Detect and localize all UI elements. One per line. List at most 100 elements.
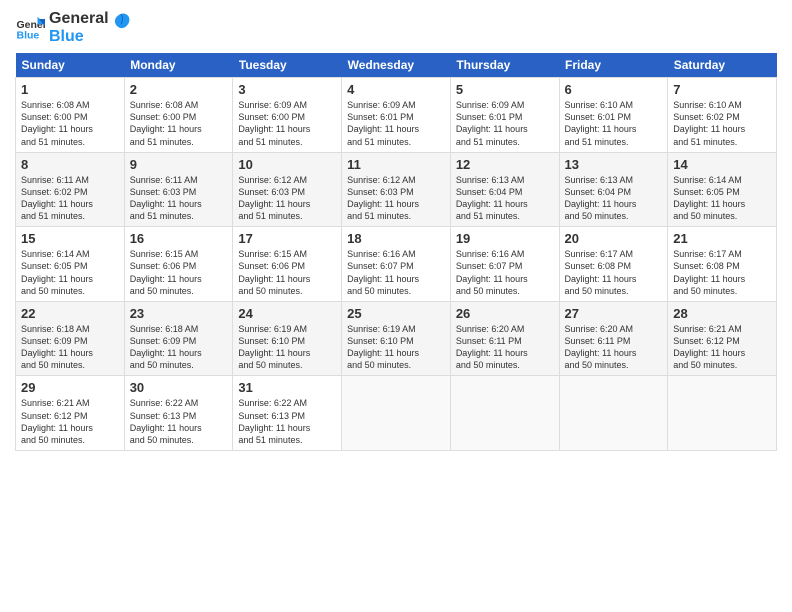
day-info: Sunrise: 6:17 AMSunset: 6:08 PMDaylight:… <box>673 248 771 297</box>
day-number: 1 <box>21 82 119 97</box>
day-info: Sunrise: 6:08 AMSunset: 6:00 PMDaylight:… <box>130 99 228 148</box>
day-info: Sunrise: 6:18 AMSunset: 6:09 PMDaylight:… <box>130 323 228 372</box>
day-number: 16 <box>130 231 228 246</box>
day-number: 28 <box>673 306 771 321</box>
logo-general: General <box>49 10 109 27</box>
day-info: Sunrise: 6:09 AMSunset: 6:01 PMDaylight:… <box>456 99 554 148</box>
calendar-week-row: 15 Sunrise: 6:14 AMSunset: 6:05 PMDayligh… <box>16 227 777 302</box>
day-number: 17 <box>238 231 336 246</box>
day-info: Sunrise: 6:22 AMSunset: 6:13 PMDaylight:… <box>130 397 228 446</box>
day-number: 26 <box>456 306 554 321</box>
calendar-cell: 3 Sunrise: 6:09 AMSunset: 6:00 PMDaylight… <box>233 78 342 153</box>
calendar-cell <box>342 376 451 451</box>
day-number: 21 <box>673 231 771 246</box>
calendar-cell: 9Sunrise: 6:11 AMSunset: 6:03 PMDaylight… <box>124 152 233 227</box>
calendar-cell: 22 Sunrise: 6:18 AMSunset: 6:09 PMDayligh… <box>16 301 125 376</box>
calendar-header-monday: Monday <box>124 53 233 78</box>
calendar-header-friday: Friday <box>559 53 668 78</box>
calendar-cell: 13Sunrise: 6:13 AMSunset: 6:04 PMDayligh… <box>559 152 668 227</box>
calendar-cell: 20 Sunrise: 6:17 AMSunset: 6:08 PMDayligh… <box>559 227 668 302</box>
calendar-cell <box>559 376 668 451</box>
day-number: 10 <box>238 157 336 172</box>
calendar-cell: 10 Sunrise: 6:12 AMSunset: 6:03 PMDayligh… <box>233 152 342 227</box>
calendar-header-saturday: Saturday <box>668 53 777 78</box>
day-info: Sunrise: 6:10 AMSunset: 6:02 PMDaylight:… <box>673 99 771 148</box>
calendar-cell: 14Sunrise: 6:14 AMSunset: 6:05 PMDayligh… <box>668 152 777 227</box>
calendar-header-thursday: Thursday <box>450 53 559 78</box>
calendar-week-row: 1 Sunrise: 6:08 AMSunset: 6:00 PMDaylight… <box>16 78 777 153</box>
calendar-week-row: 29Sunrise: 6:21 AMSunset: 6:12 PMDayligh… <box>16 376 777 451</box>
day-info: Sunrise: 6:09 AMSunset: 6:01 PMDaylight:… <box>347 99 445 148</box>
day-number: 8 <box>21 157 119 172</box>
logo-bird-icon <box>111 12 131 34</box>
day-number: 22 <box>21 306 119 321</box>
calendar-cell: 17 Sunrise: 6:15 AMSunset: 6:06 PMDayligh… <box>233 227 342 302</box>
day-info: Sunrise: 6:14 AMSunset: 6:05 PMDaylight:… <box>21 248 119 297</box>
day-info: Sunrise: 6:13 AMSunset: 6:04 PMDaylight:… <box>565 174 663 223</box>
calendar-cell: 19Sunrise: 6:16 AMSunset: 6:07 PMDayligh… <box>450 227 559 302</box>
calendar-cell: 23 Sunrise: 6:18 AMSunset: 6:09 PMDayligh… <box>124 301 233 376</box>
day-number: 4 <box>347 82 445 97</box>
day-number: 19 <box>456 231 554 246</box>
calendar-header-sunday: Sunday <box>16 53 125 78</box>
day-info: Sunrise: 6:22 AMSunset: 6:13 PMDaylight:… <box>238 397 336 446</box>
day-number: 24 <box>238 306 336 321</box>
day-info: Sunrise: 6:15 AMSunset: 6:06 PMDaylight:… <box>238 248 336 297</box>
day-info: Sunrise: 6:20 AMSunset: 6:11 PMDaylight:… <box>456 323 554 372</box>
calendar-week-row: 22 Sunrise: 6:18 AMSunset: 6:09 PMDayligh… <box>16 301 777 376</box>
day-info: Sunrise: 6:11 AMSunset: 6:03 PMDaylight:… <box>130 174 228 223</box>
calendar-cell: 1 Sunrise: 6:08 AMSunset: 6:00 PMDaylight… <box>16 78 125 153</box>
day-number: 29 <box>21 380 119 395</box>
calendar-cell: 27 Sunrise: 6:20 AMSunset: 6:11 PMDayligh… <box>559 301 668 376</box>
calendar-cell: 7 Sunrise: 6:10 AMSunset: 6:02 PMDaylight… <box>668 78 777 153</box>
day-number: 3 <box>238 82 336 97</box>
calendar-cell: 11 Sunrise: 6:12 AMSunset: 6:03 PMDayligh… <box>342 152 451 227</box>
calendar-cell: 16 Sunrise: 6:15 AMSunset: 6:06 PMDayligh… <box>124 227 233 302</box>
day-info: Sunrise: 6:17 AMSunset: 6:08 PMDaylight:… <box>565 248 663 297</box>
calendar-cell: 30 Sunrise: 6:22 AMSunset: 6:13 PMDayligh… <box>124 376 233 451</box>
calendar-cell: 4 Sunrise: 6:09 AMSunset: 6:01 PMDaylight… <box>342 78 451 153</box>
logo-icon: General Blue <box>15 13 45 43</box>
day-info: Sunrise: 6:12 AMSunset: 6:03 PMDaylight:… <box>238 174 336 223</box>
day-info: Sunrise: 6:19 AMSunset: 6:10 PMDaylight:… <box>347 323 445 372</box>
day-number: 31 <box>238 380 336 395</box>
calendar-cell: 31 Sunrise: 6:22 AMSunset: 6:13 PMDayligh… <box>233 376 342 451</box>
day-info: Sunrise: 6:18 AMSunset: 6:09 PMDaylight:… <box>21 323 119 372</box>
day-number: 27 <box>565 306 663 321</box>
day-number: 6 <box>565 82 663 97</box>
calendar-cell: 24 Sunrise: 6:19 AMSunset: 6:10 PMDayligh… <box>233 301 342 376</box>
day-number: 15 <box>21 231 119 246</box>
calendar-header-row: SundayMondayTuesdayWednesdayThursdayFrid… <box>16 53 777 78</box>
calendar-week-row: 8Sunrise: 6:11 AMSunset: 6:02 PMDaylight… <box>16 152 777 227</box>
calendar-cell: 29Sunrise: 6:21 AMSunset: 6:12 PMDayligh… <box>16 376 125 451</box>
calendar-cell <box>450 376 559 451</box>
day-info: Sunrise: 6:12 AMSunset: 6:03 PMDaylight:… <box>347 174 445 223</box>
calendar-cell: 25 Sunrise: 6:19 AMSunset: 6:10 PMDayligh… <box>342 301 451 376</box>
calendar-cell: 8Sunrise: 6:11 AMSunset: 6:02 PMDaylight… <box>16 152 125 227</box>
calendar-cell: 2 Sunrise: 6:08 AMSunset: 6:00 PMDaylight… <box>124 78 233 153</box>
day-number: 25 <box>347 306 445 321</box>
day-info: Sunrise: 6:21 AMSunset: 6:12 PMDaylight:… <box>673 323 771 372</box>
day-info: Sunrise: 6:19 AMSunset: 6:10 PMDaylight:… <box>238 323 336 372</box>
logo-blue: Blue <box>49 28 109 46</box>
page: General Blue General Blue Sunda <box>0 0 792 612</box>
calendar-cell: 15 Sunrise: 6:14 AMSunset: 6:05 PMDayligh… <box>16 227 125 302</box>
calendar-header-tuesday: Tuesday <box>233 53 342 78</box>
day-number: 2 <box>130 82 228 97</box>
day-info: Sunrise: 6:20 AMSunset: 6:11 PMDaylight:… <box>565 323 663 372</box>
day-number: 18 <box>347 231 445 246</box>
day-number: 30 <box>130 380 228 395</box>
day-info: Sunrise: 6:15 AMSunset: 6:06 PMDaylight:… <box>130 248 228 297</box>
calendar-cell: 5Sunrise: 6:09 AMSunset: 6:01 PMDaylight… <box>450 78 559 153</box>
day-number: 14 <box>673 157 771 172</box>
day-number: 20 <box>565 231 663 246</box>
day-info: Sunrise: 6:08 AMSunset: 6:00 PMDaylight:… <box>21 99 119 148</box>
day-number: 7 <box>673 82 771 97</box>
day-number: 11 <box>347 157 445 172</box>
calendar-cell: 28 Sunrise: 6:21 AMSunset: 6:12 PMDayligh… <box>668 301 777 376</box>
day-info: Sunrise: 6:09 AMSunset: 6:00 PMDaylight:… <box>238 99 336 148</box>
calendar-cell: 26 Sunrise: 6:20 AMSunset: 6:11 PMDayligh… <box>450 301 559 376</box>
day-number: 12 <box>456 157 554 172</box>
calendar-cell: 6Sunrise: 6:10 AMSunset: 6:01 PMDaylight… <box>559 78 668 153</box>
day-number: 23 <box>130 306 228 321</box>
